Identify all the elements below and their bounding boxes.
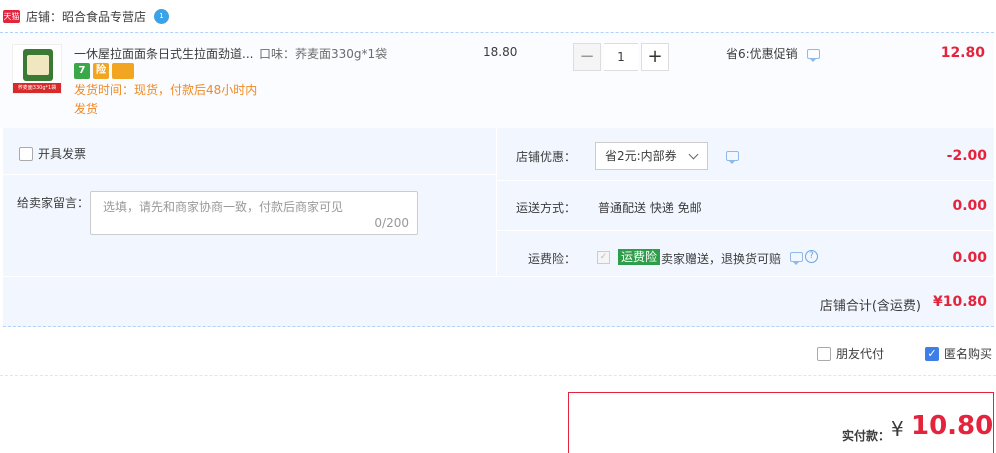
currency-symbol: ¥ (891, 417, 904, 441)
anonymous-checkbox[interactable]: ✓ (925, 346, 939, 361)
quantity-increase-button[interactable]: + (641, 43, 669, 71)
friend-pay-checkbox[interactable] (817, 346, 831, 361)
total-label: 实付款： (842, 429, 891, 443)
product-thumbnail[interactable]: 荞麦面330g*1袋 (12, 44, 62, 94)
insurance-text: 卖家赠送，退换货可赔 (661, 252, 782, 266)
promotion-label: 省6:优惠促销 (726, 47, 798, 61)
quantity-stepper: − 1 + (573, 43, 669, 71)
promo-detail-icon[interactable] (806, 48, 820, 62)
shipping-label: 运送方式： (515, 201, 576, 215)
coupon-label: 店铺优惠： (515, 150, 576, 164)
product-sku: 口味：荞麦面330g*1袋 (259, 47, 388, 61)
service-icons: 7 险 (74, 63, 134, 79)
coupon-amount: -2.00 (946, 148, 987, 164)
message-label: 给卖家留言： (17, 196, 90, 210)
shipping-method: 普通配送 快递 免邮 (598, 201, 702, 215)
coupon-detail-icon[interactable] (726, 151, 739, 164)
shipping-amount: 0.00 (952, 198, 987, 214)
shop-subtotal-label: 店铺合计(含运费) (819, 299, 921, 314)
cart-item-row: 荞麦面330g*1袋 一休屋拉面面条日式生拉面劲道... 口味：荞麦面330g*… (0, 32, 994, 128)
payment-options: 朋友代付 ✓ 匿名购买 (0, 336, 996, 376)
insurance-amount: 0.00 (952, 250, 987, 266)
shop-coupon-select[interactable]: 省2元:内部券 (595, 142, 708, 170)
coupon-selected-value: 省2元:内部券 (605, 149, 677, 163)
product-title-link[interactable]: 一休屋拉面面条日式生拉面劲道... (74, 45, 253, 62)
invoice-option[interactable]: 开具发票 (19, 145, 86, 162)
quantity-decrease-button[interactable]: − (573, 43, 601, 71)
insurance-detail-icon[interactable] (790, 252, 803, 265)
friend-pay-option[interactable]: 朋友代付 (817, 345, 884, 362)
left-options: 开具发票 给卖家留言： 选填，请先和商家协商一致，付款后商家可见 0/200 (3, 128, 497, 276)
insurance-label: 运费险： (527, 252, 576, 266)
item-total-price: 12.80 (940, 45, 985, 61)
chat-seller-icon[interactable]: 1 (154, 8, 170, 24)
seven-day-return-icon[interactable]: 7 (74, 63, 90, 79)
anonymous-label: 匿名购买 (944, 347, 993, 361)
quantity-input[interactable]: 1 (604, 43, 638, 71)
insurance-checkbox: ✓ (597, 251, 610, 264)
anonymous-option[interactable]: ✓ 匿名购买 (925, 345, 992, 362)
thumbnail-caption: 荞麦面330g*1袋 (13, 83, 61, 93)
credit-card-icon[interactable] (112, 63, 134, 79)
message-placeholder: 选填，请先和商家协商一致，付款后商家可见 (103, 200, 344, 214)
shop-name-link[interactable]: 昭合食品专营店 (62, 8, 146, 25)
seller-message-input[interactable]: 选填，请先和商家协商一致，付款后商家可见 0/200 (90, 191, 418, 235)
shop-label: 店铺： (26, 9, 63, 24)
unit-price: 18.80 (483, 45, 518, 59)
friend-pay-label: 朋友代付 (836, 347, 885, 361)
product-package-image (23, 49, 53, 81)
order-total-box: 实付款： ¥ 10.80 (568, 392, 994, 453)
insurance-badge: 运费险 (618, 249, 661, 265)
order-options-panel: 开具发票 给卖家留言： 选填，请先和商家协商一致，付款后商家可见 0/200 店… (3, 128, 994, 327)
chevron-down-icon (688, 149, 699, 160)
shop-header: 天猫 店铺： 昭合食品专营店 1 (0, 0, 996, 32)
invoice-checkbox[interactable] (19, 146, 33, 161)
question-icon[interactable]: ? (805, 250, 818, 263)
insurance-icon[interactable]: 险 (93, 63, 109, 79)
shop-subtotal-amount: ¥10.80 (932, 294, 987, 310)
total-amount: 10.80 (911, 411, 994, 441)
promotion-info: 省6:优惠促销 (726, 45, 820, 62)
ship-time: 发货时间：现货，付款后48小时内发货 (74, 83, 258, 116)
invoice-label: 开具发票 (38, 147, 87, 161)
message-char-count: 0/200 (374, 216, 409, 230)
tmall-badge: 天猫 (3, 9, 20, 23)
